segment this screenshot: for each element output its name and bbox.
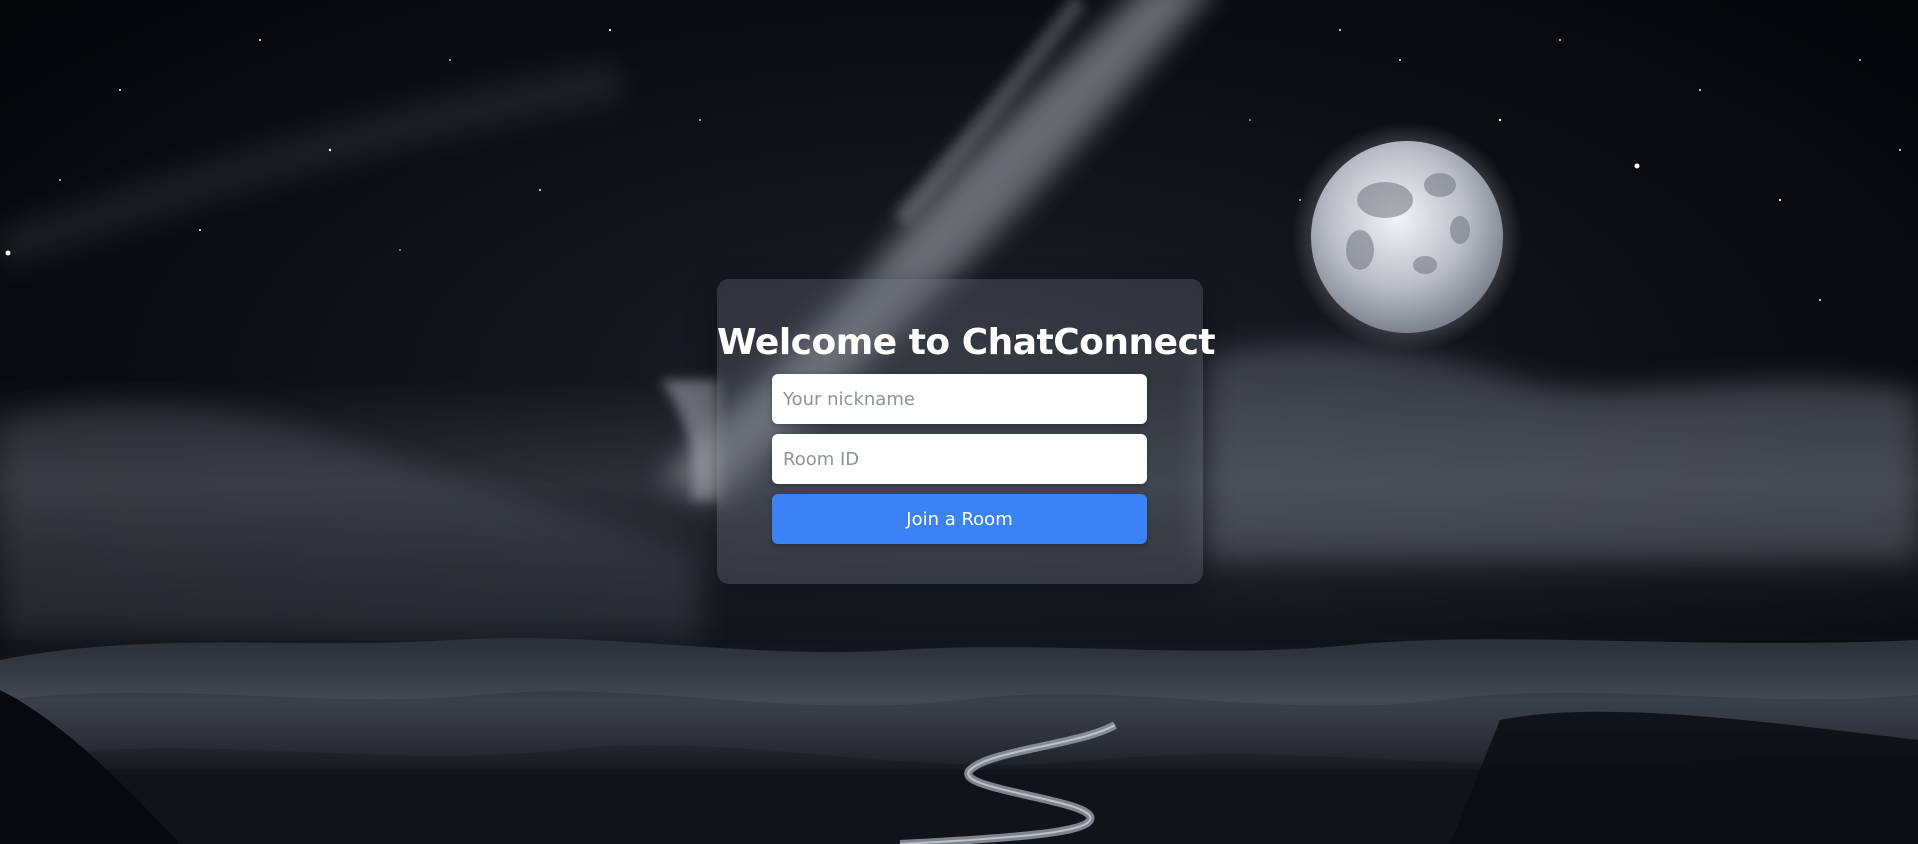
join-room-button[interactable]: Join a Room — [772, 494, 1147, 544]
nickname-input[interactable] — [772, 374, 1147, 424]
room-id-input[interactable] — [772, 434, 1147, 484]
join-room-card: Welcome to ChatConnect Join a Room — [717, 279, 1216, 584]
welcome-title: Welcome to ChatConnect — [717, 322, 1216, 363]
